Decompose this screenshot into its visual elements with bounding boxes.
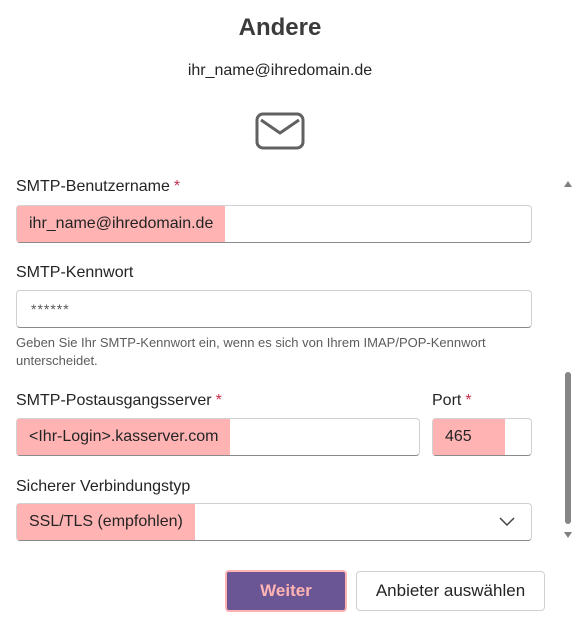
page-title: Andere [238,14,322,41]
required-mark: * [215,392,222,409]
smtp-user-label: SMTP-Benutzername * [16,178,180,196]
port-input[interactable]: 465 [432,418,532,456]
scroll-down-arrow-icon[interactable] [563,531,573,539]
required-mark: * [173,178,181,195]
smtp-server-value: <Ihr-Login>.kasserver.com [17,419,231,455]
security-type-value: SSL/TLS (empfohlen) [17,504,195,540]
scroll-up-arrow-icon[interactable] [563,180,573,188]
smtp-password-label: SMTP-Kennwort [16,264,134,281]
smtp-server-label-text: SMTP-Postausgangsserver [16,392,212,409]
choose-provider-button[interactable]: Anbieter auswählen [356,571,545,611]
security-type-select[interactable]: SSL/TLS (empfohlen) [16,503,532,541]
account-email: ihr_name@ihredomain.de [187,62,373,79]
chevron-down-icon [499,517,515,527]
smtp-password-input[interactable]: ****** [16,290,532,328]
smtp-server-label: SMTP-Postausgangsserver * [16,392,222,410]
port-label: Port * [432,392,472,410]
security-type-label: Sicherer Verbindungstyp [16,478,191,495]
port-value: 465 [433,419,505,455]
required-mark: * [465,392,472,409]
smtp-user-value: ihr_name@ihredomain.de [17,206,226,242]
smtp-user-label-text: SMTP-Benutzername [16,178,170,195]
smtp-password-help: Geben Sie Ihr SMTP-Kennwort ein, wenn es… [16,335,486,368]
envelope-icon [255,112,305,150]
port-label-text: Port [432,392,462,409]
smtp-server-input[interactable]: <Ihr-Login>.kasserver.com [16,418,420,456]
smtp-user-input[interactable]: ihr_name@ihredomain.de [16,205,532,243]
scrollbar-thumb[interactable] [565,372,571,524]
smtp-password-value: ****** [31,301,70,317]
next-button[interactable]: Weiter [225,570,347,612]
